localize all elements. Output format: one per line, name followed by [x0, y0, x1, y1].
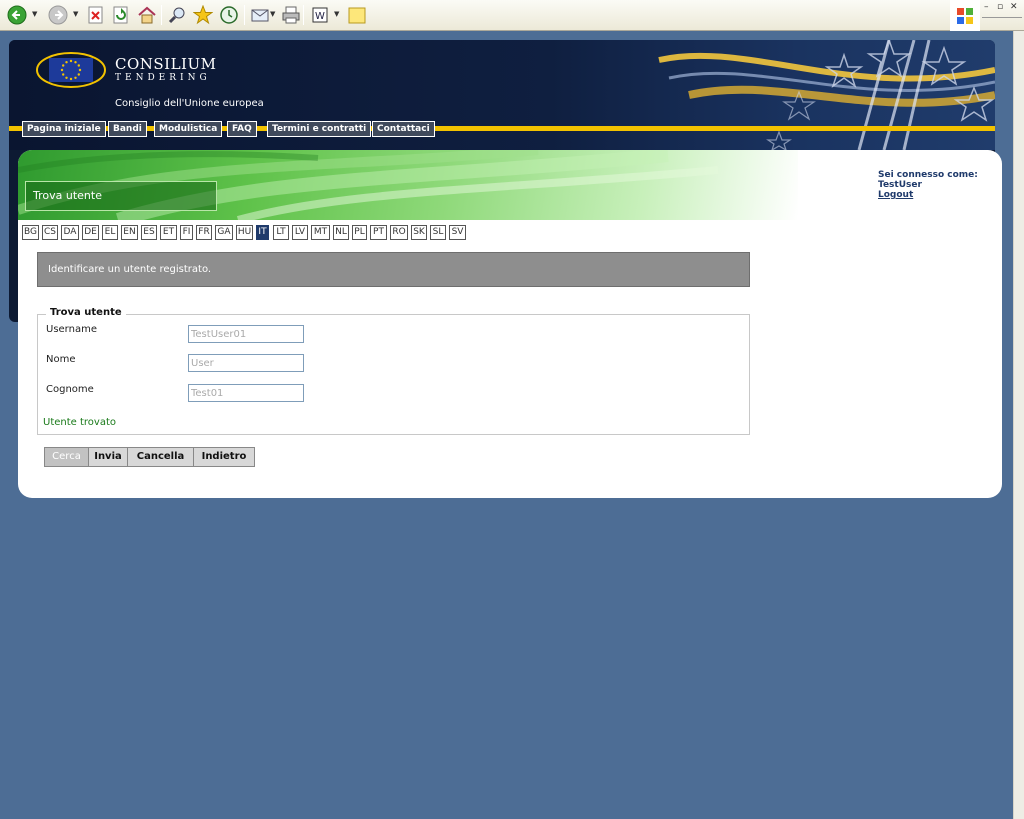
lang-mt[interactable]: MT — [311, 225, 330, 240]
cognome-input[interactable] — [188, 384, 304, 402]
nav-modulistica[interactable]: Modulistica — [154, 121, 223, 137]
forward-dropdown-icon[interactable]: ▼ — [73, 10, 78, 18]
status-message: Utente trovato — [43, 417, 116, 428]
lang-hu[interactable]: HU — [236, 225, 253, 240]
brand-subtitle: TENDERING — [115, 73, 211, 83]
content-panel: Trova utente Sei connesso come: TestUser… — [18, 150, 1002, 498]
svg-text:W: W — [315, 11, 325, 22]
refresh-icon[interactable] — [110, 4, 132, 26]
search-icon[interactable] — [166, 4, 188, 26]
edit-icon[interactable]: W — [309, 4, 331, 26]
lang-lv[interactable]: LV — [292, 225, 308, 240]
lang-sl[interactable]: SL — [430, 225, 446, 240]
mail-dropdown-icon[interactable]: ▼ — [270, 10, 275, 18]
forward-icon[interactable] — [47, 4, 69, 26]
lang-ga[interactable]: GA — [215, 225, 233, 240]
cognome-label: Cognome — [46, 384, 94, 395]
nome-input[interactable] — [188, 354, 304, 372]
windows-logo-icon — [950, 0, 980, 31]
nav-bandi[interactable]: Bandi — [108, 121, 147, 137]
history-icon[interactable] — [218, 4, 240, 26]
lang-ro[interactable]: RO — [390, 225, 408, 240]
user-name: TestUser — [878, 180, 922, 190]
lang-el[interactable]: EL — [102, 225, 118, 240]
home-icon[interactable] — [136, 4, 158, 26]
username-input[interactable] — [188, 325, 304, 343]
back-icon[interactable] — [6, 4, 28, 26]
back-button[interactable]: Indietro — [193, 447, 255, 467]
restore-icon[interactable]: ▫ — [997, 2, 1003, 12]
search-form — [37, 314, 750, 435]
user-info: Sei connesso come: TestUser Logout — [878, 170, 978, 200]
form-legend: Trova utente — [46, 307, 126, 318]
notes-icon[interactable] — [346, 4, 368, 26]
page-title: Trova utente — [25, 181, 217, 211]
vertical-scrollbar[interactable] — [1013, 31, 1024, 819]
lang-da[interactable]: DA — [61, 225, 79, 240]
lang-pl[interactable]: PL — [352, 225, 367, 240]
nav-contact[interactable]: Contattaci — [372, 121, 435, 137]
eu-flag-logo — [36, 52, 106, 88]
lang-lt[interactable]: LT — [273, 225, 289, 240]
nav-faq[interactable]: FAQ — [227, 121, 257, 137]
username-label: Username — [46, 324, 97, 335]
lang-de[interactable]: DE — [82, 225, 99, 240]
lang-sv[interactable]: SV — [449, 225, 466, 240]
lang-pt[interactable]: PT — [370, 225, 387, 240]
submit-button[interactable]: Invia — [88, 447, 128, 467]
lang-fi[interactable]: FI — [180, 225, 193, 240]
lang-et[interactable]: ET — [160, 225, 177, 240]
stop-icon[interactable] — [85, 4, 107, 26]
nav-home[interactable]: Pagina iniziale — [22, 121, 106, 137]
lang-cs[interactable]: CS — [42, 225, 58, 240]
print-icon[interactable] — [280, 4, 302, 26]
favorites-icon[interactable] — [192, 4, 214, 26]
council-name: Consiglio dell'Unione europea — [115, 98, 264, 109]
nav-terms[interactable]: Termini e contratti — [267, 121, 372, 137]
lang-bg[interactable]: BG — [22, 225, 39, 240]
nome-label: Nome — [46, 354, 76, 365]
user-label: Sei connesso come: — [878, 170, 978, 180]
lang-it[interactable]: IT — [256, 225, 269, 240]
edit-dropdown-icon[interactable]: ▼ — [334, 10, 339, 18]
logout-link[interactable]: Logout — [878, 190, 978, 200]
lang-es[interactable]: ES — [141, 225, 157, 240]
back-dropdown-icon[interactable]: ▼ — [32, 10, 37, 18]
search-button[interactable]: Cerca — [44, 447, 89, 467]
info-message: Identificare un utente registrato. — [37, 252, 750, 287]
cancel-button[interactable]: Cancella — [127, 447, 194, 467]
mail-icon[interactable] — [249, 4, 271, 26]
brand-name: CONSILIUM — [115, 55, 217, 73]
close-icon[interactable]: ✕ — [1010, 2, 1018, 12]
browser-toolbar: ▼ ▼ ▼ W ▼ – ▫ ✕ — [0, 0, 1024, 31]
lang-nl[interactable]: NL — [333, 225, 349, 240]
lang-fr[interactable]: FR — [196, 225, 212, 240]
header-decoration — [658, 40, 995, 150]
lang-en[interactable]: EN — [121, 225, 138, 240]
minimize-icon[interactable]: – — [984, 2, 989, 12]
lang-sk[interactable]: SK — [411, 225, 427, 240]
